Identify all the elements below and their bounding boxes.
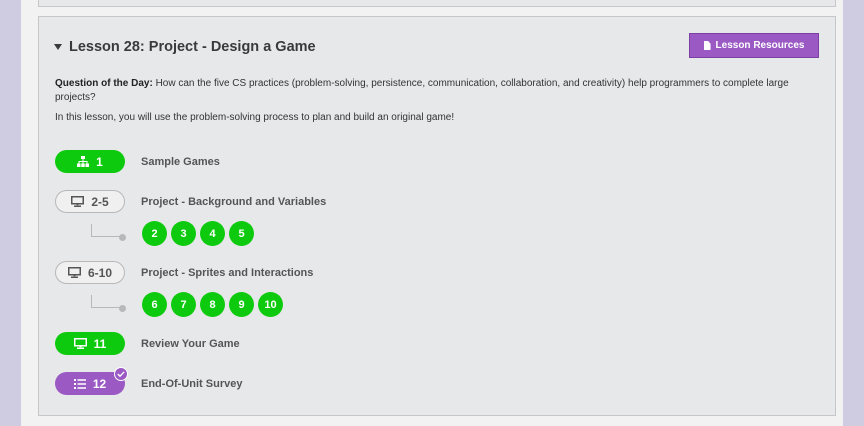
level-label[interactable]: Review Your Game — [141, 338, 240, 350]
level-bubble[interactable]: 7 — [171, 292, 196, 317]
level-label[interactable]: Project - Background and Variables — [141, 196, 326, 208]
level-row-sprites-interactions[interactable]: 6-10 Project - Sprites and Interactions — [55, 261, 313, 284]
level-pill[interactable]: 1 — [55, 150, 125, 173]
lesson-intro: In this lesson, you will use the problem… — [55, 112, 455, 123]
lesson-resources-button[interactable]: Lesson Resources — [689, 33, 819, 58]
level-pill[interactable]: 11 — [55, 332, 125, 355]
level-number: 11 — [93, 336, 107, 351]
document-icon — [703, 41, 711, 50]
level-bubble[interactable]: 6 — [142, 292, 167, 317]
level-bubble[interactable]: 3 — [171, 221, 196, 246]
level-bubble[interactable]: 4 — [200, 221, 225, 246]
level-pill[interactable]: 2-5 — [55, 190, 125, 213]
connector-dot — [119, 304, 126, 312]
sitemap-icon — [77, 156, 90, 167]
level-row-survey[interactable]: 12 End-Of-Unit Survey — [55, 367, 242, 395]
computer-icon — [67, 267, 81, 278]
level-number: 1 — [96, 154, 103, 169]
level-number: 12 — [92, 376, 107, 391]
lesson-title[interactable]: Lesson 28: Project - Design a Game — [69, 39, 316, 55]
level-bubble[interactable]: 10 — [258, 292, 283, 317]
previous-lesson-card — [38, 0, 836, 7]
sublevel-connector — [91, 295, 126, 312]
sublevel-bubbles: 6 7 8 9 10 — [142, 292, 283, 317]
checkmark-icon — [114, 367, 128, 381]
lesson-card: Lesson 28: Project - Design a Game Lesso… — [38, 16, 836, 416]
lesson-header[interactable]: Lesson 28: Project - Design a Game — [54, 39, 316, 55]
level-label[interactable]: Project - Sprites and Interactions — [141, 267, 313, 279]
level-pill[interactable]: 6-10 — [55, 261, 125, 284]
level-number: 6-10 — [87, 265, 113, 280]
level-row-background-variables[interactable]: 2-5 Project - Background and Variables — [55, 190, 326, 213]
qotd-text: How can the five CS practices (problem-s… — [55, 78, 789, 103]
level-row-review-game[interactable]: 11 Review Your Game — [55, 332, 240, 355]
level-bubble[interactable]: 8 — [200, 292, 225, 317]
sublevel-connector — [91, 224, 126, 241]
lesson-resources-label: Lesson Resources — [715, 40, 805, 51]
level-number: 2-5 — [91, 194, 109, 209]
level-bubble[interactable]: 5 — [229, 221, 254, 246]
computer-icon — [71, 196, 85, 207]
connector-dot — [119, 233, 126, 241]
list-icon — [73, 378, 86, 389]
caret-down-icon[interactable] — [54, 44, 62, 50]
level-bubble[interactable]: 2 — [142, 221, 167, 246]
computer-icon — [73, 338, 87, 349]
level-bubble[interactable]: 9 — [229, 292, 254, 317]
level-label[interactable]: Sample Games — [141, 156, 220, 168]
level-row-sample-games[interactable]: 1 Sample Games — [55, 150, 220, 173]
lesson-list-panel: Lesson 28: Project - Design a Game Lesso… — [21, 0, 843, 426]
question-of-the-day: Question of the Day: How can the five CS… — [55, 77, 815, 104]
qotd-label: Question of the Day: — [55, 78, 153, 89]
sublevel-bubbles: 2 3 4 5 — [142, 221, 254, 246]
level-pill[interactable]: 12 — [55, 367, 128, 395]
level-label[interactable]: End-Of-Unit Survey — [141, 378, 242, 390]
